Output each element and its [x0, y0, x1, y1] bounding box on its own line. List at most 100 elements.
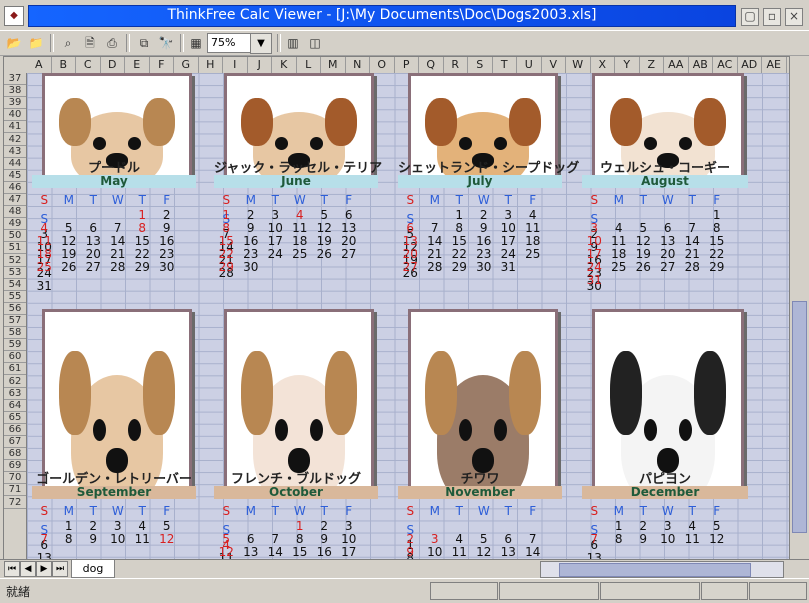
row-header-cell[interactable]: 58 [4, 327, 26, 340]
vertical-scroll-thumb[interactable] [792, 301, 807, 533]
search-icon[interactable]: ⌕ [58, 34, 78, 52]
restore-icon[interactable]: ▢ [741, 8, 759, 26]
row-header-cell[interactable]: 69 [4, 460, 26, 473]
row-header-cell[interactable]: 62 [4, 376, 26, 388]
column-header-cell[interactable]: AB [689, 57, 713, 73]
sheet-tab-dog[interactable]: dog [71, 560, 115, 578]
column-header-cell[interactable]: K [272, 57, 297, 73]
column-header-cell[interactable]: U [517, 57, 542, 73]
row-header-cell[interactable]: 71 [4, 484, 26, 497]
column-header-cell[interactable]: E [125, 57, 150, 73]
last-sheet-icon[interactable]: ⏭ [52, 561, 68, 577]
column-header-cell[interactable]: V [542, 57, 566, 73]
dog-eye [459, 137, 472, 150]
column-header-cell[interactable]: AC [713, 57, 738, 73]
column-header-cell[interactable]: C [76, 57, 101, 73]
row-header-cell[interactable]: 39 [4, 97, 26, 110]
prev-sheet-icon[interactable]: ◀ [20, 561, 36, 577]
row-header-cell[interactable]: 56 [4, 303, 26, 315]
row-header-cell[interactable]: 41 [4, 121, 26, 134]
column-header-cell[interactable]: R [444, 57, 468, 73]
row-header-cell[interactable]: 38 [4, 85, 26, 98]
column-header-cell[interactable]: D [101, 57, 125, 73]
grid-icon[interactable]: ▦ [186, 34, 206, 52]
close-icon[interactable]: × [785, 8, 803, 26]
column-header-cell[interactable]: J [248, 57, 272, 73]
row-header-cell[interactable]: 54 [4, 279, 26, 291]
row-header-cell[interactable]: 61 [4, 363, 26, 376]
month-label: June [214, 175, 378, 188]
column-header-cell[interactable]: O [370, 57, 395, 73]
row-header-cell[interactable]: 59 [4, 339, 26, 352]
row-header-cell[interactable]: 57 [4, 315, 26, 328]
weekday-row: S M T W T FS [32, 189, 196, 226]
sheet-tab-bar: ⏮ ◀ ▶ ⏭ dog [0, 559, 809, 578]
column-header-cell[interactable]: T [493, 57, 517, 73]
status-cell [600, 582, 700, 600]
column-header-cell[interactable]: AA [664, 57, 689, 73]
row-header-cell[interactable]: 65 [4, 412, 26, 424]
column-header-cell[interactable]: P [395, 57, 419, 73]
horizontal-scroll-thumb[interactable] [559, 563, 751, 577]
row-header-cell[interactable]: 42 [4, 134, 26, 146]
column-header-cell[interactable]: S [468, 57, 493, 73]
week-row: 9101112131415 [398, 541, 562, 559]
row-header-cell[interactable]: 47 [4, 194, 26, 207]
row-header-cell[interactable]: 46 [4, 182, 26, 194]
row-header-cell[interactable]: 64 [4, 400, 26, 412]
first-sheet-icon[interactable]: ⏮ [4, 561, 20, 577]
column-header-cell[interactable]: AE [762, 57, 787, 73]
row-header-cell[interactable]: 43 [4, 146, 26, 158]
binoculars-icon[interactable]: 🔭 [156, 34, 176, 52]
copy-icon[interactable]: ⧉ [134, 34, 154, 52]
horizontal-scrollbar[interactable] [540, 561, 784, 578]
vertical-scrollbar[interactable] [789, 56, 807, 559]
column-header-cell[interactable]: G [174, 57, 199, 73]
week-row: 12131415161718 [214, 541, 378, 559]
column-header-cell[interactable]: Z [640, 57, 664, 73]
column-header-cell[interactable]: X [591, 57, 615, 73]
row-header-cell[interactable]: 60 [4, 351, 26, 364]
chart-icon[interactable]: ▥ [283, 34, 303, 52]
freeze-icon[interactable]: ◫ [305, 34, 325, 52]
column-header-cell[interactable]: B [52, 57, 76, 73]
row-header-cell[interactable]: 63 [4, 388, 26, 400]
row-header-cell[interactable]: 44 [4, 158, 26, 170]
column-header-cell[interactable]: M [321, 57, 346, 73]
column-header-cell[interactable]: AD [738, 57, 762, 73]
folder-icon[interactable]: 📁 [26, 34, 46, 52]
row-header-cell[interactable]: 72 [4, 497, 26, 509]
toolbar: 📂 📁 ⌕ 🗎 ⎙ ⧉ 🔭 ▦ 75% ▼ ▥ ◫ [0, 30, 809, 56]
column-header-cell[interactable]: H [199, 57, 223, 73]
column-header-cell[interactable]: Y [615, 57, 640, 73]
column-header-cell[interactable]: W [566, 57, 591, 73]
row-header-cell[interactable]: 50 [4, 230, 26, 243]
row-header-cell[interactable]: 49 [4, 218, 26, 231]
row-header-cell[interactable]: 37 [4, 73, 26, 86]
row-header-cell[interactable]: 70 [4, 472, 26, 485]
column-header-cell[interactable]: A [27, 57, 52, 73]
open-folder-icon[interactable]: 📂 [4, 34, 24, 52]
row-header-cell[interactable]: 51 [4, 242, 26, 255]
preview-icon[interactable]: 🗎 [80, 34, 100, 52]
column-header-cell[interactable]: L [297, 57, 321, 73]
week-row: 3 4 5 6 7 89 [582, 217, 748, 254]
zoom-field[interactable]: 75% [207, 33, 252, 53]
row-header-cell[interactable]: 67 [4, 436, 26, 449]
row-header-cell[interactable]: 48 [4, 206, 26, 219]
row-header-cell[interactable]: 66 [4, 424, 26, 436]
row-header-cell[interactable]: 53 [4, 267, 26, 279]
column-header-cell[interactable]: F [150, 57, 174, 73]
column-header-cell[interactable]: I [223, 57, 248, 73]
zoom-dropdown-button[interactable]: ▼ [250, 33, 272, 54]
column-header-cell[interactable]: Q [419, 57, 444, 73]
next-sheet-icon[interactable]: ▶ [36, 561, 52, 577]
row-header-cell[interactable]: 45 [4, 170, 26, 182]
print-icon[interactable]: ⎙ [102, 34, 122, 52]
minimize-icon[interactable]: ▫ [763, 8, 781, 26]
row-header-cell[interactable]: 68 [4, 448, 26, 461]
row-header-cell[interactable]: 40 [4, 109, 26, 122]
column-header-cell[interactable]: N [346, 57, 370, 73]
row-header-cell[interactable]: 52 [4, 255, 26, 267]
row-header-cell[interactable]: 55 [4, 291, 26, 303]
